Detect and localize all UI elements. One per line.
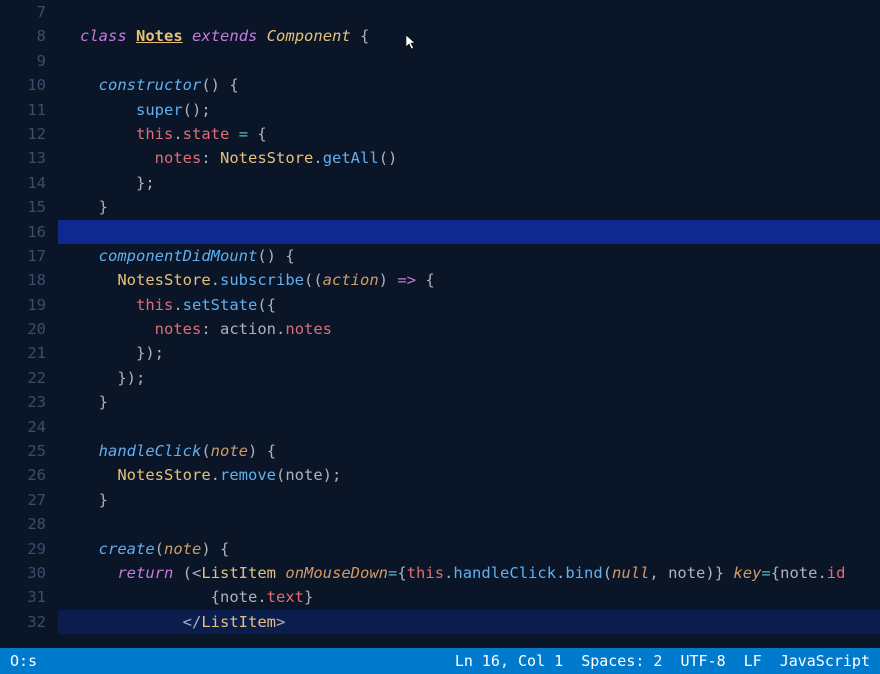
line-number: 12 bbox=[0, 122, 46, 146]
code-line[interactable]: componentDidMount() { bbox=[58, 244, 880, 268]
code-line[interactable]: this.setState({ bbox=[58, 293, 880, 317]
code-line[interactable]: handleClick(note) { bbox=[58, 439, 880, 463]
status-bar: O:s Ln 16, Col 1 Spaces: 2 UTF-8 LF Java… bbox=[0, 648, 880, 674]
line-number: 30 bbox=[0, 561, 46, 585]
code-line[interactable]: this.state = { bbox=[58, 122, 880, 146]
line-number: 13 bbox=[0, 146, 46, 170]
line-number: 22 bbox=[0, 366, 46, 390]
code-editor[interactable]: 7 8 9 10 11 12 13 14 15 16 17 18 19 20 2… bbox=[0, 0, 880, 648]
line-number: 27 bbox=[0, 488, 46, 512]
line-number: 10 bbox=[0, 73, 46, 97]
code-line[interactable]: notes: NotesStore.getAll() bbox=[58, 146, 880, 170]
line-number: 28 bbox=[0, 512, 46, 536]
code-line[interactable]: return (<ListItem onMouseDown={this.hand… bbox=[58, 561, 880, 585]
line-number: 16 bbox=[0, 220, 46, 244]
line-number: 17 bbox=[0, 244, 46, 268]
code-line[interactable]: notes: action.notes bbox=[58, 317, 880, 341]
status-encoding[interactable]: UTF-8 bbox=[680, 652, 725, 670]
status-lncol[interactable]: Ln 16, Col 1 bbox=[455, 652, 563, 670]
line-number: 9 bbox=[0, 49, 46, 73]
code-line[interactable]: {note.text} bbox=[58, 585, 880, 609]
line-number: 24 bbox=[0, 415, 46, 439]
status-indent[interactable]: Spaces: 2 bbox=[581, 652, 662, 670]
code-line[interactable] bbox=[58, 49, 880, 73]
line-number: 14 bbox=[0, 171, 46, 195]
line-number: 20 bbox=[0, 317, 46, 341]
code-line[interactable]: </ListItem> bbox=[58, 610, 880, 634]
code-line[interactable]: class Notes extends Component { bbox=[58, 24, 880, 48]
code-line[interactable] bbox=[58, 0, 880, 24]
code-line[interactable]: } bbox=[58, 195, 880, 219]
line-number: 15 bbox=[0, 195, 46, 219]
line-number: 18 bbox=[0, 268, 46, 292]
code-line[interactable]: }); bbox=[58, 341, 880, 365]
line-number: 19 bbox=[0, 293, 46, 317]
code-line-active[interactable] bbox=[58, 220, 880, 244]
code-line[interactable]: } bbox=[58, 390, 880, 414]
line-number: 11 bbox=[0, 98, 46, 122]
code-line[interactable] bbox=[58, 512, 880, 536]
code-line[interactable]: }; bbox=[58, 171, 880, 195]
code-area[interactable]: class Notes extends Component { construc… bbox=[58, 0, 880, 648]
code-line[interactable]: NotesStore.subscribe((action) => { bbox=[58, 268, 880, 292]
line-number: 7 bbox=[0, 0, 46, 24]
code-line[interactable]: } bbox=[58, 488, 880, 512]
code-line[interactable]: }); bbox=[58, 366, 880, 390]
status-left[interactable]: O:s bbox=[10, 652, 37, 670]
status-language[interactable]: JavaScript bbox=[780, 652, 870, 670]
line-number: 8 bbox=[0, 24, 46, 48]
line-number: 31 bbox=[0, 585, 46, 609]
code-line[interactable] bbox=[58, 415, 880, 439]
code-line[interactable]: constructor() { bbox=[58, 73, 880, 97]
line-number: 25 bbox=[0, 439, 46, 463]
gutter: 7 8 9 10 11 12 13 14 15 16 17 18 19 20 2… bbox=[0, 0, 58, 648]
code-line[interactable]: NotesStore.remove(note); bbox=[58, 463, 880, 487]
code-line[interactable]: super(); bbox=[58, 98, 880, 122]
line-number: 21 bbox=[0, 341, 46, 365]
line-number: 26 bbox=[0, 463, 46, 487]
status-eol[interactable]: LF bbox=[744, 652, 762, 670]
line-number: 29 bbox=[0, 537, 46, 561]
line-number: 23 bbox=[0, 390, 46, 414]
line-number: 32 bbox=[0, 610, 46, 634]
code-line[interactable]: create(note) { bbox=[58, 537, 880, 561]
